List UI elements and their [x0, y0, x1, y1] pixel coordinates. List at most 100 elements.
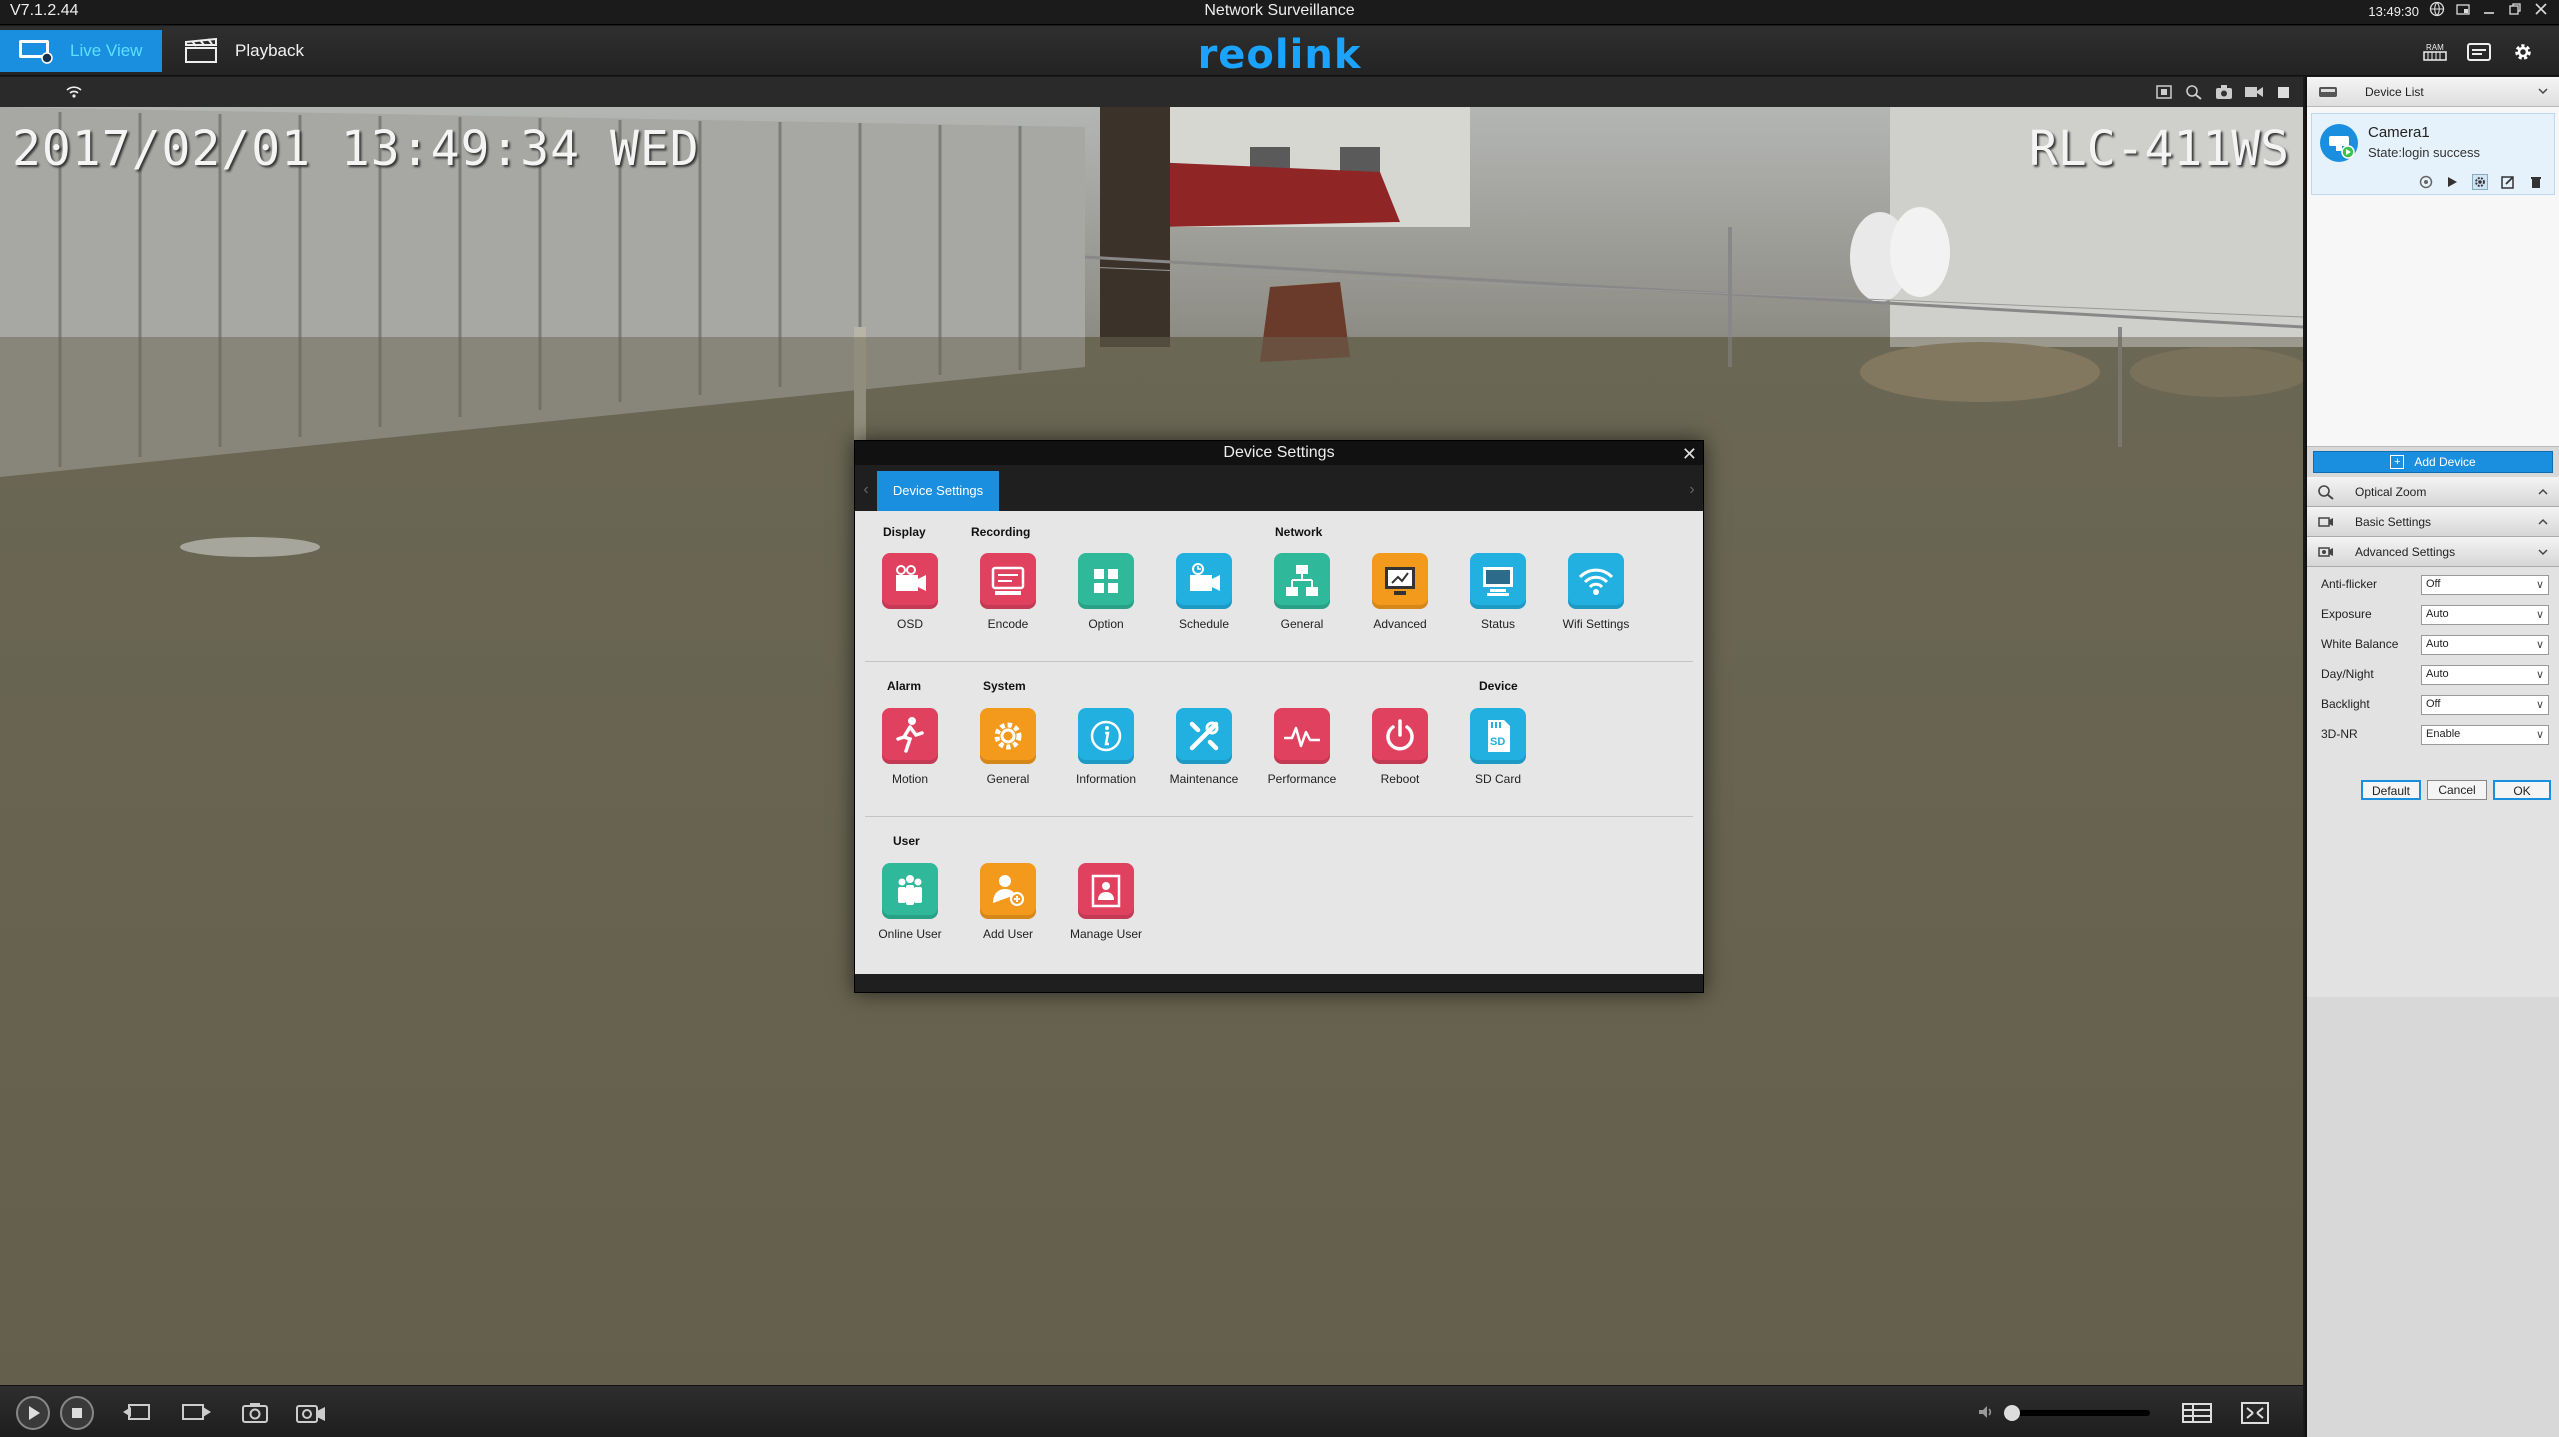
- capture-all-icon[interactable]: [238, 1398, 272, 1428]
- advanced-settings-header[interactable]: Advanced Settings: [2307, 537, 2559, 567]
- volume-slider[interactable]: [2004, 1405, 2150, 1421]
- tile-network-general-label: General: [1280, 617, 1324, 631]
- gear-icon[interactable]: [2509, 40, 2537, 64]
- volume-icon[interactable]: [1976, 1402, 1996, 1422]
- svg-text:RAM: RAM: [2426, 43, 2444, 52]
- stop-button[interactable]: [60, 1396, 94, 1430]
- chevron-right-icon[interactable]: ›: [1685, 475, 1699, 505]
- device-list-header[interactable]: Device List: [2307, 77, 2559, 107]
- next-page-icon[interactable]: [180, 1398, 214, 1428]
- tile-information[interactable]: Information: [1061, 708, 1151, 808]
- backlight-select[interactable]: Off: [2421, 695, 2549, 715]
- stop-view-icon[interactable]: [2274, 83, 2294, 101]
- reboot-icon: [1372, 708, 1428, 764]
- maintenance-icon: [1176, 708, 1232, 764]
- lock-screen-icon[interactable]: [2453, 1, 2473, 21]
- row-divider: [865, 816, 1693, 817]
- option-icon: [1078, 553, 1134, 609]
- chevron-down-icon[interactable]: [2537, 546, 2549, 558]
- tile-schedule[interactable]: Schedule: [1159, 553, 1249, 653]
- tab-device-settings[interactable]: Device Settings: [877, 471, 999, 511]
- tile-online-user[interactable]: Online User: [865, 863, 955, 963]
- online-user-icon: [882, 863, 938, 919]
- ram-icon[interactable]: RAM: [2421, 40, 2449, 64]
- white-balance-select[interactable]: Auto: [2421, 635, 2549, 655]
- tile-motion[interactable]: Motion: [865, 708, 955, 808]
- tile-manage-user[interactable]: Manage User: [1061, 863, 1151, 963]
- previous-page-icon[interactable]: [120, 1398, 154, 1428]
- fit-window-icon[interactable]: [2154, 83, 2174, 101]
- close-icon[interactable]: ✕: [1682, 442, 1697, 466]
- layout-grid-icon[interactable]: [2180, 1398, 2214, 1428]
- default-button[interactable]: Default: [2361, 780, 2421, 800]
- record-all-icon[interactable]: [294, 1398, 328, 1428]
- message-icon[interactable]: [2465, 40, 2493, 64]
- tile-encode[interactable]: Encode: [963, 553, 1053, 653]
- device-list-item-camera1[interactable]: Camera1 State:login success: [2311, 113, 2555, 195]
- tile-osd[interactable]: OSD: [865, 553, 955, 653]
- osd-camera-name: RLC-411WS: [2028, 121, 2289, 177]
- tile-sd-card[interactable]: SD SD Card: [1453, 708, 1543, 808]
- osd-timestamp: 2017/02/01 13:49:34 WED: [12, 121, 700, 177]
- zoom-icon[interactable]: [2184, 83, 2204, 101]
- volume-slider-handle[interactable]: [2004, 1405, 2020, 1421]
- 3d-nr-select[interactable]: Enable: [2421, 725, 2549, 745]
- optical-zoom-header[interactable]: Optical Zoom: [2307, 477, 2559, 507]
- tile-network-general[interactable]: General: [1257, 553, 1347, 653]
- chevron-up-icon[interactable]: [2537, 486, 2549, 498]
- dialog-title-bar: Device Settings ✕: [855, 441, 1703, 465]
- tile-network-advanced[interactable]: Advanced: [1355, 553, 1445, 653]
- minimize-icon[interactable]: [2479, 1, 2499, 21]
- refresh-icon[interactable]: [2418, 174, 2434, 190]
- tile-maintenance[interactable]: Maintenance: [1159, 708, 1249, 808]
- trash-icon[interactable]: [2528, 174, 2544, 190]
- camera-avatar-icon: [2320, 124, 2358, 162]
- chevron-down-icon[interactable]: [2537, 85, 2549, 97]
- anti-flicker-select[interactable]: Off: [2421, 575, 2549, 595]
- tile-option[interactable]: Option: [1061, 553, 1151, 653]
- tile-maintenance-label: Maintenance: [1169, 772, 1239, 786]
- play-button[interactable]: [16, 1396, 50, 1430]
- ok-button[interactable]: OK: [2493, 780, 2551, 800]
- chevron-left-icon[interactable]: ‹: [859, 475, 873, 505]
- tile-status[interactable]: Status: [1453, 553, 1543, 653]
- setting-label: Exposure: [2321, 607, 2372, 621]
- cancel-button[interactable]: Cancel: [2427, 780, 2487, 800]
- tile-add-user[interactable]: Add User: [963, 863, 1053, 963]
- fullscreen-icon[interactable]: [2238, 1398, 2272, 1428]
- network-general-icon: [1274, 553, 1330, 609]
- performance-icon: [1274, 708, 1330, 764]
- information-icon: [1078, 708, 1134, 764]
- window-title: Network Surveillance: [1204, 2, 1355, 19]
- settings-icon[interactable]: [2472, 174, 2488, 190]
- exposure-select[interactable]: Auto: [2421, 605, 2549, 625]
- status-icon: [1470, 553, 1526, 609]
- setting-row-3d-nr: 3D-NR Enable: [2321, 725, 2551, 747]
- record-icon[interactable]: [2244, 83, 2264, 101]
- setting-label: Anti-flicker: [2321, 577, 2378, 591]
- edit-icon[interactable]: [2500, 174, 2516, 190]
- plus-icon: +: [2390, 455, 2405, 469]
- tile-wifi-settings[interactable]: Wifi Settings: [1551, 553, 1641, 653]
- device-settings-dialog: Device Settings ✕ ‹ Device Settings › Di…: [854, 440, 1704, 993]
- tile-encode-label: Encode: [987, 617, 1029, 631]
- live-video-view[interactable]: 2017/02/01 13:49:34 WED RLC-411WS Device…: [0, 77, 2303, 1385]
- basic-settings-header[interactable]: Basic Settings: [2307, 507, 2559, 537]
- tile-sd-card-label: SD Card: [1474, 772, 1521, 786]
- tile-reboot[interactable]: Reboot: [1355, 708, 1445, 808]
- chevron-up-icon[interactable]: [2537, 516, 2549, 528]
- setting-row-white-balance: White Balance Auto: [2321, 635, 2551, 657]
- tile-status-label: Status: [1480, 617, 1516, 631]
- setting-row-day-night: Day/Night Auto: [2321, 665, 2551, 687]
- snapshot-icon[interactable]: [2214, 83, 2234, 101]
- globe-icon[interactable]: [2427, 1, 2447, 21]
- setting-label: 3D-NR: [2321, 727, 2358, 741]
- play-icon[interactable]: [2444, 174, 2460, 190]
- tile-system-general[interactable]: General: [963, 708, 1053, 808]
- tile-network-advanced-label: Advanced: [1373, 617, 1427, 631]
- restore-icon[interactable]: [2505, 1, 2525, 21]
- tile-performance[interactable]: Performance: [1257, 708, 1347, 808]
- day-night-select[interactable]: Auto: [2421, 665, 2549, 685]
- close-window-icon[interactable]: [2531, 1, 2551, 21]
- add-device-button[interactable]: + Add Device: [2313, 451, 2553, 473]
